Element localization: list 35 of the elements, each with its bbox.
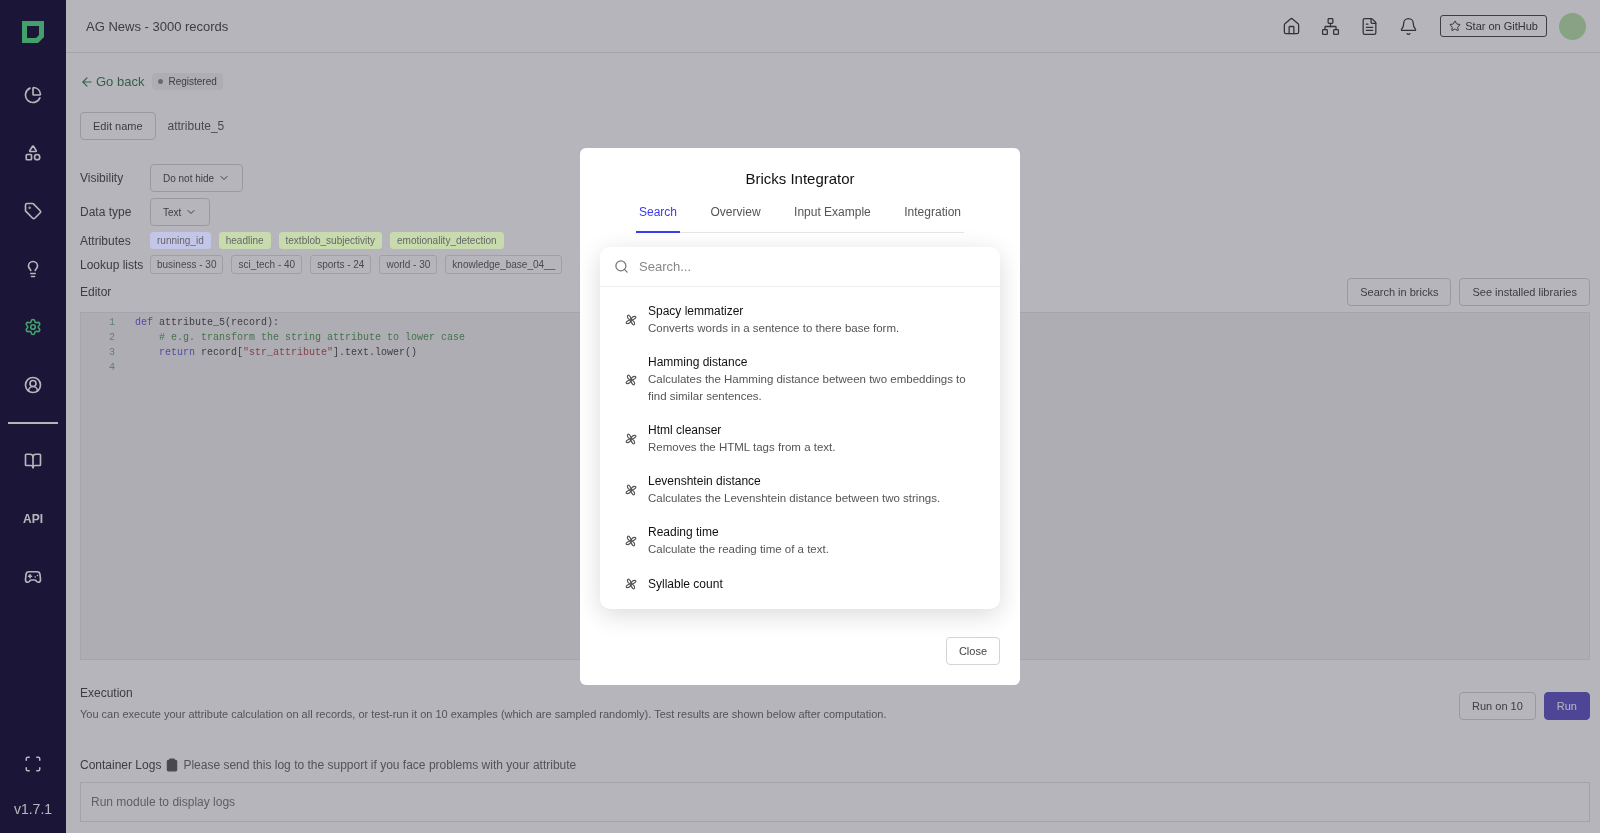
- logs-hint: Please send this log to the support if you face problems with your attribute: [183, 758, 577, 772]
- lookup-list-tag: business - 30: [150, 255, 224, 274]
- attribute-tag: headline: [218, 232, 271, 249]
- lookup-list-tag: sports - 24: [310, 255, 372, 274]
- line-number: 2: [108, 332, 115, 343]
- section-title: Execution: [80, 686, 134, 700]
- result-description: Removes the HTML tags from a text.: [648, 440, 836, 455]
- lookup-list-tag: sci_tech - 40: [231, 255, 303, 274]
- attribute-tag: emotionality_detection: [390, 232, 504, 249]
- lookup-list-tag: world - 30: [379, 255, 438, 274]
- code-line: def attribute_5(record):: [135, 317, 280, 328]
- status-badge: Registered: [152, 73, 223, 90]
- section-label: Editor: [80, 285, 113, 299]
- result-description: Calculate the reading time of a text.: [648, 542, 829, 557]
- result-description: Converts words in a sentence to there base form.: [648, 321, 900, 336]
- field-label: Visibility: [80, 171, 125, 185]
- field-label: Attributes: [80, 233, 132, 248]
- code-line: # e.g. transform the string attribute to lower case: [158, 332, 466, 343]
- lookup-list-tag: knowledge_base_04__: [445, 255, 563, 274]
- line-number: 4: [108, 362, 115, 373]
- section-title: Container Logs: [80, 758, 162, 772]
- project-title: AG News - 3000 records: [86, 18, 230, 34]
- execution-description: You can execute your attribute calculation on all records, or test-run it on 10 examples (which are sampled randomly). Test results are shown below after computation.: [80, 708, 887, 720]
- line-number: 1: [108, 317, 115, 328]
- attribute-tag: textblob_subjectivity: [278, 232, 383, 249]
- result-description: Calculates the Levenshtein distance between two strings.: [648, 491, 941, 506]
- version-label: v1.7.1: [13, 801, 53, 817]
- result-description: Calculates the Hamming distance between two embeddings to find similar sentences.: [648, 372, 967, 404]
- line-number: 3: [108, 347, 115, 358]
- field-label: Data type: [80, 205, 133, 219]
- field-label: Lookup lists: [80, 257, 142, 272]
- modal-title: Bricks Integrator: [745, 170, 855, 187]
- attribute-tag: running_id: [150, 232, 211, 249]
- attribute-name: attribute_5: [167, 119, 225, 133]
- code-line: return record["str_attribute"].text.lower(): [158, 347, 418, 358]
